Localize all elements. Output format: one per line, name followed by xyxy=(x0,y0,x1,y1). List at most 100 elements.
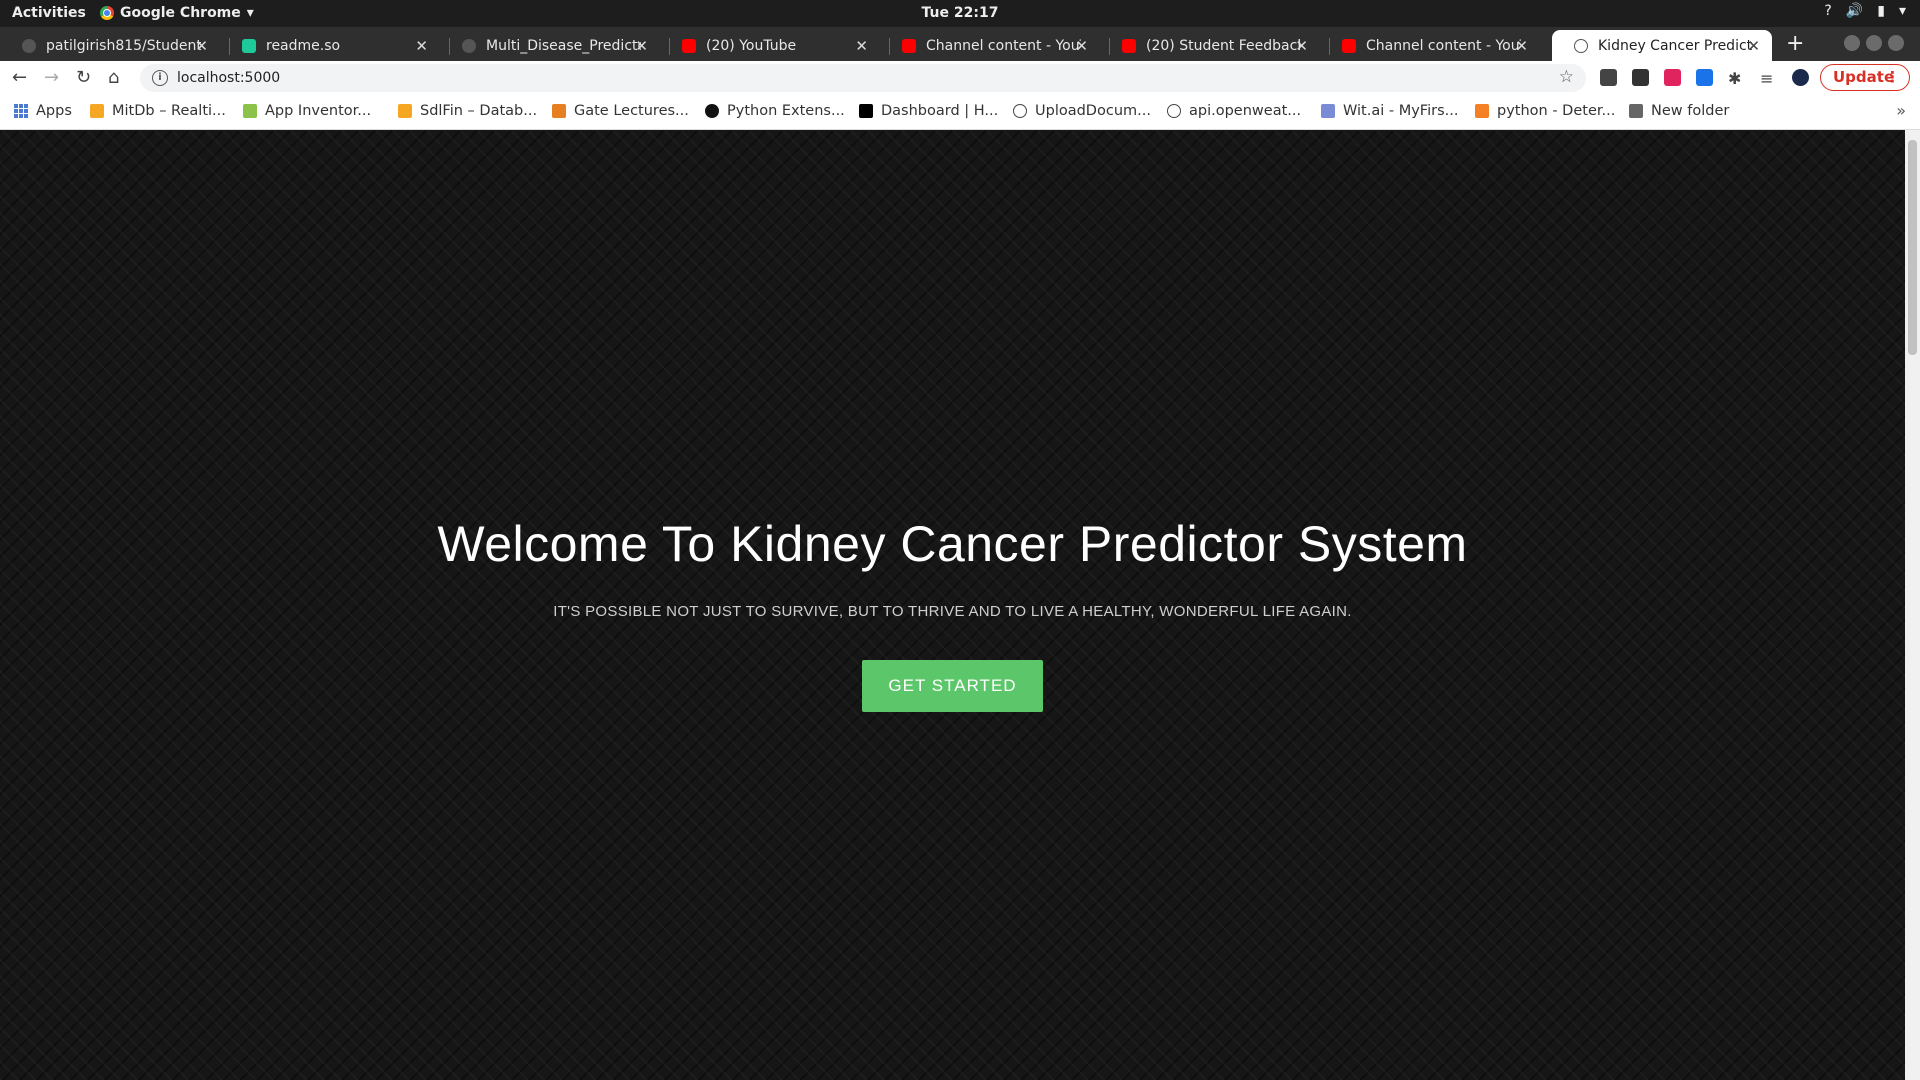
youtube-icon xyxy=(1342,38,1356,53)
info-icon[interactable]: i xyxy=(152,70,168,86)
bookmark-item[interactable]: Gate Lectures... xyxy=(552,103,689,119)
tab-kidney-cancer-predictor[interactable]: Kidney Cancer Predictor ✕ xyxy=(1552,30,1772,61)
get-started-button[interactable]: GET STARTED xyxy=(862,660,1043,712)
extension-icon[interactable] xyxy=(1600,69,1617,86)
bookmark-label: Wit.ai - MyFirs... xyxy=(1343,103,1459,119)
tab-title: readme.so xyxy=(266,37,341,54)
clock[interactable]: Tue 22:17 xyxy=(0,5,1920,21)
python-ext-icon xyxy=(705,104,719,118)
close-icon[interactable]: ✕ xyxy=(1295,37,1308,55)
bookmark-label: Gate Lectures... xyxy=(574,103,689,119)
bookmark-item[interactable]: MitDb – Realti... xyxy=(90,103,226,119)
apps-grid-icon xyxy=(14,104,28,118)
close-icon[interactable]: ✕ xyxy=(1747,37,1760,55)
close-icon[interactable]: ✕ xyxy=(415,37,428,55)
bookmark-label: SdlFin – Datab... xyxy=(420,103,538,119)
tab-youtube[interactable]: (20) YouTube ✕ xyxy=(660,30,880,61)
tab-title: Channel content - YouTube xyxy=(926,37,1081,54)
bookmark-label: UploadDocum... xyxy=(1035,103,1151,119)
app-inventor-icon xyxy=(243,104,257,118)
tab-multi-disease[interactable]: Multi_Disease_Predictor ✕ xyxy=(440,30,660,61)
tab-channel-content[interactable]: Channel content - YouTube ✕ xyxy=(880,30,1100,61)
update-button[interactable]: Update ⋮ xyxy=(1820,64,1910,91)
firebase-icon xyxy=(90,104,104,118)
browser-toolbar: ← → ↻ ⌂ i localhost:5000 ☆ ✱ ≡ Update ⋮ xyxy=(0,61,1920,95)
more-vert-icon[interactable]: ⋮ xyxy=(1885,65,1900,90)
bookmark-item[interactable]: Python Extens... xyxy=(705,103,845,119)
tab-strip: patilgirish815/Student ✕ readme.so ✕ Mul… xyxy=(0,27,1920,61)
readme-icon xyxy=(242,38,256,53)
tab-title: patilgirish815/Student xyxy=(46,37,201,54)
page-scrollbar[interactable] xyxy=(1905,130,1920,1080)
bookmark-label: Apps xyxy=(36,103,72,119)
globe-icon xyxy=(1167,104,1181,118)
close-icon[interactable]: ✕ xyxy=(1515,37,1528,55)
tab-channel-content-2[interactable]: Channel content - YouTube ✕ xyxy=(1320,30,1540,61)
reading-list-icon[interactable]: ≡ xyxy=(1760,69,1777,88)
system-top-bar: Activities Google Chrome ▾ Tue 22:17 ? 🔊… xyxy=(0,0,1920,27)
bookmark-apps[interactable]: Apps xyxy=(14,103,72,119)
bookmark-star-icon[interactable]: ☆ xyxy=(1559,67,1574,87)
globe-icon xyxy=(1013,104,1027,118)
bookmark-label: New folder xyxy=(1651,103,1730,119)
close-icon[interactable]: ✕ xyxy=(635,37,648,55)
back-arrow-icon[interactable]: ← xyxy=(12,67,27,88)
bookmark-folder[interactable]: New folder xyxy=(1629,103,1729,119)
extension-icon[interactable] xyxy=(1664,69,1681,86)
hero-subtitle: IT'S POSSIBLE NOT JUST TO SURVIVE, BUT T… xyxy=(553,603,1352,620)
bookmark-item[interactable]: python - Deter... xyxy=(1475,103,1615,119)
firebase-icon xyxy=(398,104,412,118)
dashboard-icon xyxy=(859,104,873,118)
bookmark-item[interactable]: SdlFin – Datab... xyxy=(398,103,537,119)
tab-github-student[interactable]: patilgirish815/Student ✕ xyxy=(0,30,220,61)
maximize-button[interactable] xyxy=(1866,35,1882,51)
tab-title: Channel content - YouTube xyxy=(1366,37,1521,54)
reload-icon[interactable]: ↻ xyxy=(76,67,91,88)
close-icon[interactable]: ✕ xyxy=(855,37,868,55)
bookmark-item[interactable]: Wit.ai - MyFirs... xyxy=(1321,103,1458,119)
bookmark-label: App Inventor... xyxy=(265,103,372,119)
close-icon[interactable]: ✕ xyxy=(1075,37,1088,55)
bookmark-label: Dashboard | H... xyxy=(881,103,999,119)
youtube-icon xyxy=(902,38,916,53)
wit-icon xyxy=(1321,104,1335,118)
bookmark-item[interactable]: api.openweat... xyxy=(1167,103,1301,119)
selenium-ide-icon[interactable] xyxy=(1632,69,1649,86)
bookmark-label: python - Deter... xyxy=(1497,103,1616,119)
tab-title: Kidney Cancer Predictor xyxy=(1598,37,1753,54)
hero-title: Welcome To Kidney Cancer Predictor Syste… xyxy=(437,516,1468,572)
close-icon[interactable]: ✕ xyxy=(195,37,208,55)
tab-readme[interactable]: readme.so ✕ xyxy=(220,30,440,61)
tab-student-feedback[interactable]: (20) Student Feedback ✕ xyxy=(1100,30,1320,61)
bookmark-item[interactable]: App Inventor... xyxy=(243,103,371,119)
github-icon xyxy=(462,38,476,53)
tab-title: Multi_Disease_Predictor xyxy=(486,37,641,54)
home-icon[interactable]: ⌂ xyxy=(108,67,119,88)
puzzle-icon[interactable]: ✱ xyxy=(1728,69,1745,88)
window-controls xyxy=(1844,35,1904,51)
chevron-down-icon[interactable]: ▾ xyxy=(1899,3,1906,19)
bookmark-item[interactable]: Dashboard | H... xyxy=(859,103,998,119)
minimize-button[interactable] xyxy=(1844,35,1860,51)
scrollbar-thumb[interactable] xyxy=(1908,140,1917,355)
help-icon[interactable]: ? xyxy=(1824,3,1831,19)
system-tray[interactable]: ? 🔊 ▮ ▾ xyxy=(1824,3,1906,19)
profile-avatar[interactable] xyxy=(1792,69,1809,86)
address-bar[interactable]: i localhost:5000 ☆ xyxy=(140,64,1586,92)
youtube-icon xyxy=(1122,38,1136,53)
new-tab-button[interactable]: + xyxy=(1786,31,1804,56)
forward-arrow-icon[interactable]: → xyxy=(44,67,59,88)
bookmarks-bar: Apps MitDb – Realti... App Inventor... S… xyxy=(0,95,1920,130)
close-window-button[interactable] xyxy=(1888,35,1904,51)
bookmark-label: Python Extens... xyxy=(727,103,845,119)
tab-title: (20) Student Feedback xyxy=(1146,37,1301,54)
github-icon xyxy=(22,38,36,53)
bookmark-item[interactable]: UploadDocum... xyxy=(1013,103,1151,119)
chevron-double-right-icon[interactable]: » xyxy=(1896,101,1906,120)
gate-icon xyxy=(552,104,566,118)
url-text[interactable]: localhost:5000 xyxy=(177,70,280,86)
volume-icon[interactable]: 🔊 xyxy=(1846,3,1863,19)
download-extension-icon[interactable] xyxy=(1696,69,1713,86)
page-content: Welcome To Kidney Cancer Predictor Syste… xyxy=(0,130,1905,1080)
battery-icon[interactable]: ▮ xyxy=(1877,3,1885,19)
